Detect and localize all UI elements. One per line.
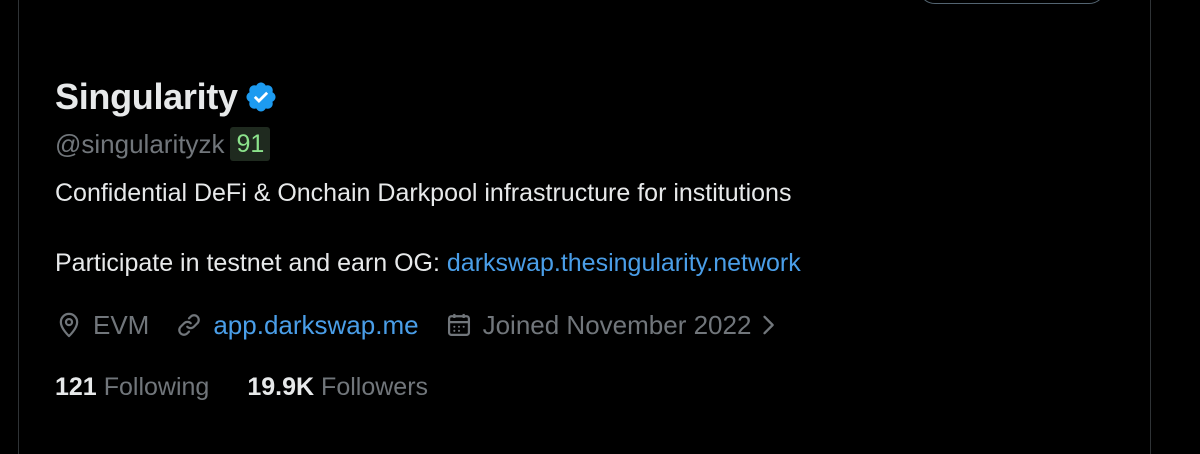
following-count: 121 (55, 372, 97, 401)
location-pin-icon (55, 311, 83, 339)
left-column-border (18, 0, 19, 454)
follow-stats: 121 Following 19.9K Followers (55, 370, 1135, 404)
followers-count: 19.9K (247, 372, 315, 401)
bio-line-2: Participate in testnet and earn OG: dark… (55, 246, 1135, 280)
profile-info: Singularity @singularityzk 91 Confidenti… (55, 74, 1135, 404)
profile-meta: EVM app.darkswap.me Joined November 2022 (55, 308, 1135, 342)
website-link[interactable]: app.darkswap.me (213, 310, 418, 341)
followers-link[interactable]: 19.9K Followers (247, 373, 428, 402)
followers-label: Followers (321, 372, 429, 401)
handle-row: @singularityzk 91 (55, 126, 1135, 162)
display-name: Singularity (55, 76, 238, 117)
verified-badge-icon[interactable] (244, 80, 278, 114)
location-item: EVM (55, 310, 149, 341)
joined-item[interactable]: Joined November 2022 (445, 310, 780, 341)
chevron-right-icon[interactable] (757, 311, 779, 339)
name-row: Singularity (55, 74, 1135, 120)
following-label: Following (103, 372, 210, 401)
following-link[interactable]: 121 Following (55, 373, 209, 402)
right-column-border (1150, 0, 1151, 454)
score-badge: 91 (230, 127, 271, 161)
bio-link[interactable]: darkswap.thesingularity.network (447, 249, 801, 277)
bio-line-2-text: Participate in testnet and earn OG: (55, 249, 447, 277)
joined-text: Joined November 2022 (482, 309, 752, 340)
website-item: app.darkswap.me (175, 310, 419, 341)
username-handle: @singularityzk (55, 128, 225, 159)
location-text: EVM (93, 309, 150, 340)
edit-profile-button[interactable] (918, 0, 1106, 4)
link-icon (175, 311, 203, 339)
bio-line-1: Confidential DeFi & Onchain Darkpool inf… (55, 179, 792, 207)
calendar-icon (445, 311, 473, 339)
